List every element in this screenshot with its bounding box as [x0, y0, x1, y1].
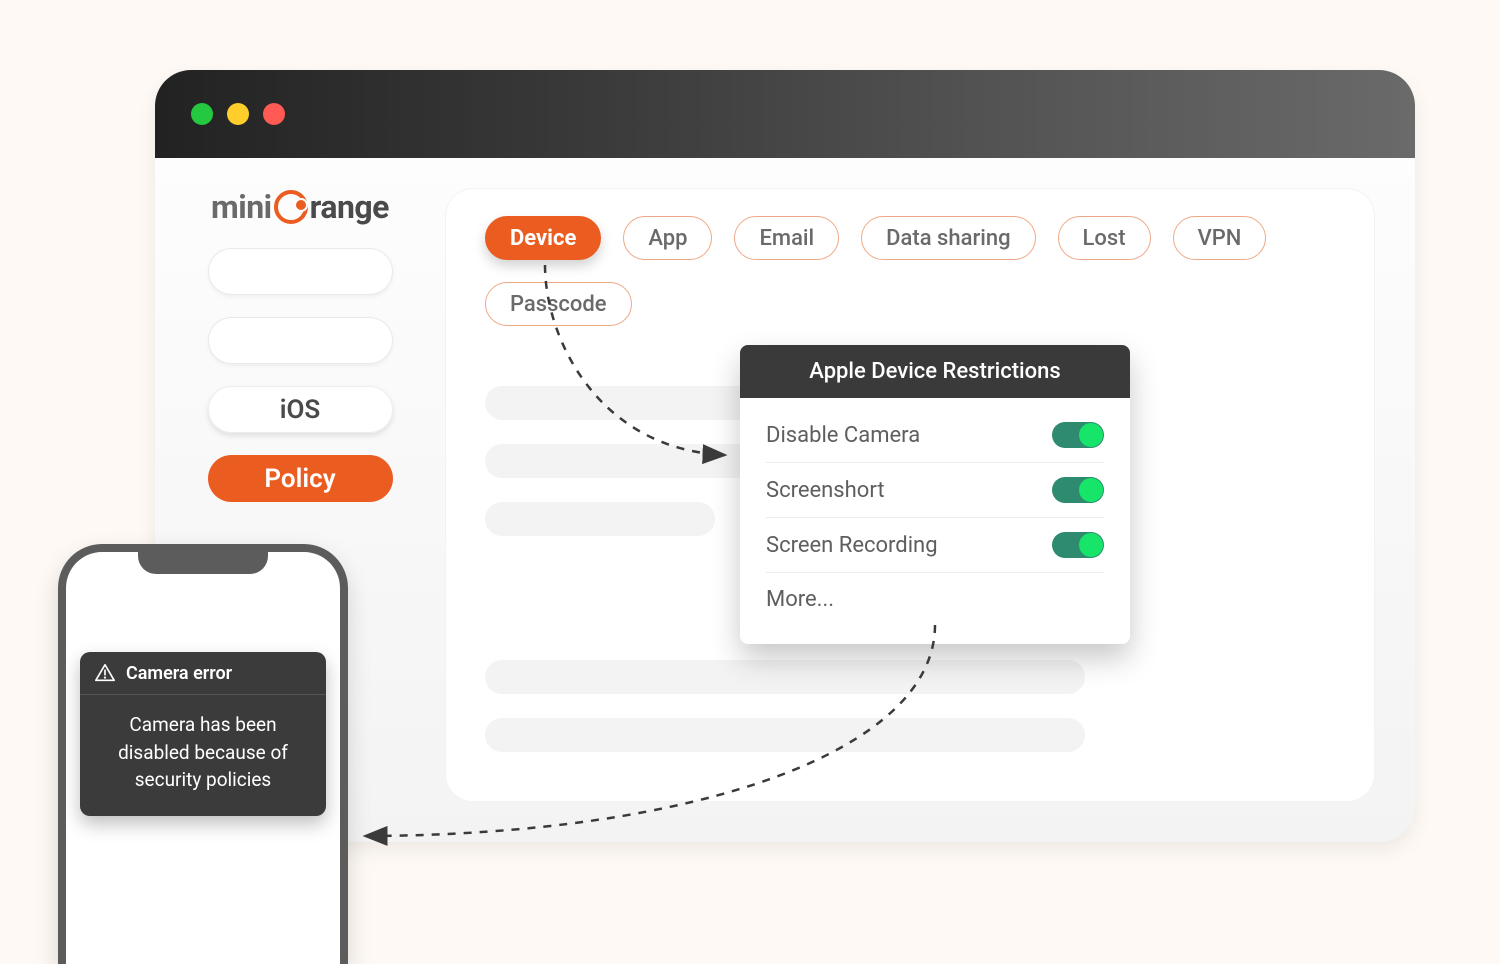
brand-suffix: range — [310, 188, 389, 226]
window-close-icon[interactable] — [263, 103, 285, 125]
content-placeholder-line — [485, 660, 1085, 694]
tab-label: Passcode — [510, 292, 607, 317]
restriction-more-label: More... — [766, 587, 834, 612]
tab-label: App — [648, 226, 687, 251]
sidebar-item-placeholder-2[interactable] — [208, 317, 393, 364]
toggle-disable-camera[interactable] — [1052, 422, 1104, 448]
error-title: Camera error — [126, 663, 232, 684]
titlebar — [155, 70, 1415, 158]
window-maximize-icon[interactable] — [227, 103, 249, 125]
error-toast: Camera error Camera has been disabled be… — [80, 652, 326, 816]
sidebar-item-label: iOS — [280, 395, 321, 425]
warning-icon — [94, 662, 116, 684]
error-header: Camera error — [80, 652, 326, 695]
restriction-label: Screenshort — [766, 478, 885, 503]
brand-prefix: mini — [211, 188, 272, 226]
tab-label: Data sharing — [886, 226, 1010, 251]
tab-lost[interactable]: Lost — [1058, 216, 1151, 260]
toggle-screen-recording[interactable] — [1052, 532, 1104, 558]
tab-label: Email — [759, 226, 814, 251]
restriction-label: Screen Recording — [766, 533, 938, 558]
sidebar-item-policy[interactable]: Policy — [208, 455, 393, 502]
restriction-more[interactable]: More... — [766, 573, 1104, 626]
popover-title: Apple Device Restrictions — [740, 345, 1130, 398]
content-placeholder-line — [485, 718, 1085, 752]
sidebar-item-placeholder-1[interactable] — [208, 248, 393, 295]
error-body: Camera has been disabled because of secu… — [80, 695, 326, 816]
restriction-row: Screenshort — [766, 463, 1104, 518]
sidebar-item-ios[interactable]: iOS — [208, 386, 393, 433]
tab-label: Lost — [1083, 226, 1126, 251]
restriction-row: Screen Recording — [766, 518, 1104, 573]
phone-mockup: Camera error Camera has been disabled be… — [58, 544, 348, 964]
brand-orange-icon — [274, 190, 308, 224]
sidebar-item-label: Policy — [264, 464, 335, 494]
brand-logo: mini range — [211, 188, 389, 226]
restriction-row: Disable Camera — [766, 408, 1104, 463]
tab-app[interactable]: App — [623, 216, 712, 260]
popover-body: Disable Camera Screenshort Screen Record… — [740, 398, 1130, 644]
restrictions-popover: Apple Device Restrictions Disable Camera… — [740, 345, 1130, 644]
content-placeholder-line — [485, 502, 715, 536]
tab-email[interactable]: Email — [734, 216, 839, 260]
tab-passcode[interactable]: Passcode — [485, 282, 632, 326]
tab-label: VPN — [1198, 226, 1242, 251]
window-minimize-icon[interactable] — [191, 103, 213, 125]
restriction-label: Disable Camera — [766, 423, 920, 448]
tab-label: Device — [510, 226, 576, 251]
policy-tabs: Device App Email Data sharing Lost VPN P… — [485, 216, 1335, 326]
tab-vpn[interactable]: VPN — [1173, 216, 1267, 260]
tab-device[interactable]: Device — [485, 216, 601, 260]
toggle-screenshot[interactable] — [1052, 477, 1104, 503]
tab-data-sharing[interactable]: Data sharing — [861, 216, 1035, 260]
phone-notch — [138, 552, 268, 574]
